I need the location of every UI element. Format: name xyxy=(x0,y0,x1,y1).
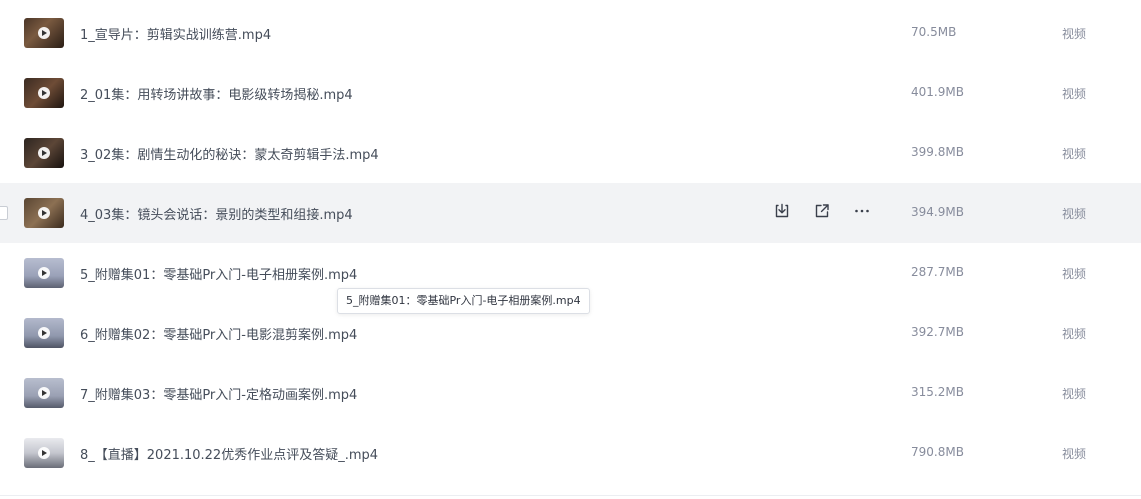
file-name[interactable]: 6_附赠集02：零基础Pr入门-电影混剪案例.mp4 xyxy=(80,324,357,343)
file-name[interactable]: 4_03集：镜头会说话：景别的类型和组接.mp4 xyxy=(80,204,353,223)
video-thumbnail-icon[interactable] xyxy=(24,378,64,408)
file-name[interactable]: 7_附赠集03：零基础Pr入门-定格动画案例.mp4 xyxy=(80,384,357,403)
share-icon[interactable] xyxy=(813,202,831,220)
play-icon xyxy=(38,447,50,459)
file-type: 视频 xyxy=(1062,327,1087,341)
file-list: 1_宣导片：剪辑实战训练营.mp4 70.5MB 视频 2_01集：用转场讲故事… xyxy=(0,3,1141,483)
file-type: 视频 xyxy=(1062,387,1087,401)
play-icon xyxy=(38,87,50,99)
file-size: 315.2MB xyxy=(911,385,964,399)
file-size: 392.7MB xyxy=(911,325,964,339)
play-icon xyxy=(38,387,50,399)
play-icon xyxy=(38,207,50,219)
file-size: 70.5MB xyxy=(911,25,957,39)
file-size: 287.7MB xyxy=(911,265,964,279)
play-icon xyxy=(38,327,50,339)
play-icon xyxy=(38,267,50,279)
row-actions xyxy=(773,202,871,220)
video-thumbnail-icon[interactable] xyxy=(24,78,64,108)
file-row[interactable]: 2_01集：用转场讲故事：电影级转场揭秘.mp4 401.9MB 视频 xyxy=(0,63,1141,123)
file-type: 视频 xyxy=(1062,267,1087,281)
video-thumbnail-icon[interactable] xyxy=(24,438,64,468)
list-divider xyxy=(0,495,1141,496)
file-type: 视频 xyxy=(1062,447,1087,461)
file-size: 399.8MB xyxy=(911,145,964,159)
file-name[interactable]: 5_附赠集01：零基础Pr入门-电子相册案例.mp4 xyxy=(80,264,357,283)
file-name[interactable]: 3_02集：剧情生动化的秘诀：蒙太奇剪辑手法.mp4 xyxy=(80,144,379,163)
row-checkbox[interactable] xyxy=(0,206,8,220)
video-thumbnail-icon[interactable] xyxy=(24,138,64,168)
file-name-tooltip: 5_附赠集01：零基础Pr入门-电子相册案例.mp4 xyxy=(337,288,590,314)
file-name[interactable]: 1_宣导片：剪辑实战训练营.mp4 xyxy=(80,24,271,43)
file-size: 401.9MB xyxy=(911,85,964,99)
video-thumbnail-icon[interactable] xyxy=(24,258,64,288)
file-row[interactable]: 8_【直播】2021.10.22优秀作业点评及答疑_.mp4 790.8MB 视… xyxy=(0,423,1141,483)
video-thumbnail-icon[interactable] xyxy=(24,18,64,48)
download-icon[interactable] xyxy=(773,202,791,220)
play-icon xyxy=(38,147,50,159)
play-icon xyxy=(38,27,50,39)
file-size: 790.8MB xyxy=(911,445,964,459)
file-row[interactable]: 7_附赠集03：零基础Pr入门-定格动画案例.mp4 315.2MB 视频 xyxy=(0,363,1141,423)
file-row[interactable]: 3_02集：剧情生动化的秘诀：蒙太奇剪辑手法.mp4 399.8MB 视频 xyxy=(0,123,1141,183)
file-type: 视频 xyxy=(1062,207,1087,221)
file-row-hovered[interactable]: 4_03集：镜头会说话：景别的类型和组接.mp4 394.9MB 视频 xyxy=(0,183,1141,243)
file-type: 视频 xyxy=(1062,27,1087,41)
video-thumbnail-icon[interactable] xyxy=(24,198,64,228)
more-icon[interactable] xyxy=(853,202,871,220)
file-type: 视频 xyxy=(1062,147,1087,161)
video-thumbnail-icon[interactable] xyxy=(24,318,64,348)
file-name[interactable]: 8_【直播】2021.10.22优秀作业点评及答疑_.mp4 xyxy=(80,444,378,463)
file-row[interactable]: 1_宣导片：剪辑实战训练营.mp4 70.5MB 视频 xyxy=(0,3,1141,63)
file-type: 视频 xyxy=(1062,87,1087,101)
file-name[interactable]: 2_01集：用转场讲故事：电影级转场揭秘.mp4 xyxy=(80,84,353,103)
file-size: 394.9MB xyxy=(911,205,964,219)
